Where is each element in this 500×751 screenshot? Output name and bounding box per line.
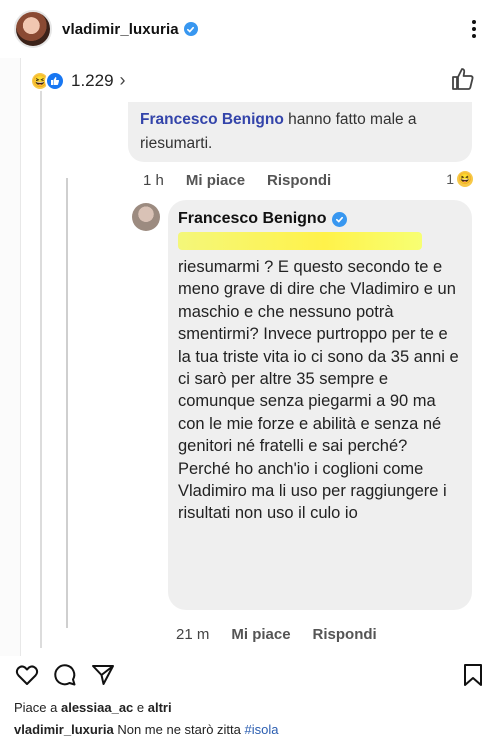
reply-avatar[interactable] [132,203,160,231]
reply-author-row: Francesco Benigno [178,210,464,228]
haha-reaction-icon: 😆 [456,170,474,188]
reply-comment-author[interactable]: Francesco Benigno [178,210,326,228]
comment-icon[interactable] [52,662,78,688]
reply-comment-meta: 21 m Mi piace Rispondi [176,626,377,643]
more-options-icon[interactable] [462,17,486,41]
likes-suffix: e [133,700,148,715]
profile-avatar[interactable] [14,10,52,48]
thread-line-outer [40,88,42,648]
caption-hashtag[interactable]: #isola [245,722,279,737]
parent-like-link[interactable]: Mi piace [186,172,245,189]
likes-prefix: Piace a [14,700,61,715]
reply-comment-time: 21 m [176,626,210,643]
likes-others[interactable]: altri [148,700,172,715]
caption-username[interactable]: vladimir_luxuria [14,722,114,737]
parent-comment-author[interactable]: Francesco Benigno [140,111,284,128]
chevron-right-icon[interactable]: › [120,70,126,91]
parent-comment-bubble: Francesco Benigno hanno fatto male a rie… [128,102,472,162]
heart-icon[interactable] [14,662,40,688]
likes-user[interactable]: alessiaa_ac [61,700,133,715]
verified-badge-icon [183,22,198,36]
reply-like-link[interactable]: Mi piace [231,626,290,643]
caption-text: Non me ne starò zitta [113,722,245,737]
thumbs-up-icon[interactable] [450,66,476,92]
bookmark-icon[interactable] [460,662,486,688]
reaction-count: 1.229 [71,70,114,90]
reply-comment-bubble: Francesco Benigno riesumarmi ? E questo … [168,200,472,610]
parent-comment-time: 1 h [143,172,164,189]
post-image[interactable]: 😆 1.229 › Francesco Benigno hanno fatto … [0,58,500,656]
share-icon[interactable] [90,662,116,688]
parent-comment-meta: 1 h Mi piace Rispondi [143,172,331,189]
reply-comment-text: riesumarmi ? E questo secondo te e meno … [178,258,459,523]
reactions-summary[interactable]: 😆 1.229 › [30,70,126,91]
verified-badge-icon [332,211,348,227]
highlighted-redaction [178,232,422,250]
parent-comment-reactions[interactable]: 1 😆 [446,170,474,188]
reply-reply-link[interactable]: Rispondi [313,626,377,643]
post-header: vladimir_luxuria [0,0,500,58]
parent-reply-link[interactable]: Rispondi [267,172,331,189]
post-username[interactable]: vladimir_luxuria [62,21,179,38]
like-reaction-icon [45,70,65,91]
likes-summary[interactable]: Piace a alessiaa_ac e altri [14,700,172,715]
parent-reaction-count: 1 [446,171,454,187]
post-caption: vladimir_luxuria Non me ne starò zitta #… [14,722,278,737]
thread-line [66,178,68,628]
post-actions [0,656,500,696]
